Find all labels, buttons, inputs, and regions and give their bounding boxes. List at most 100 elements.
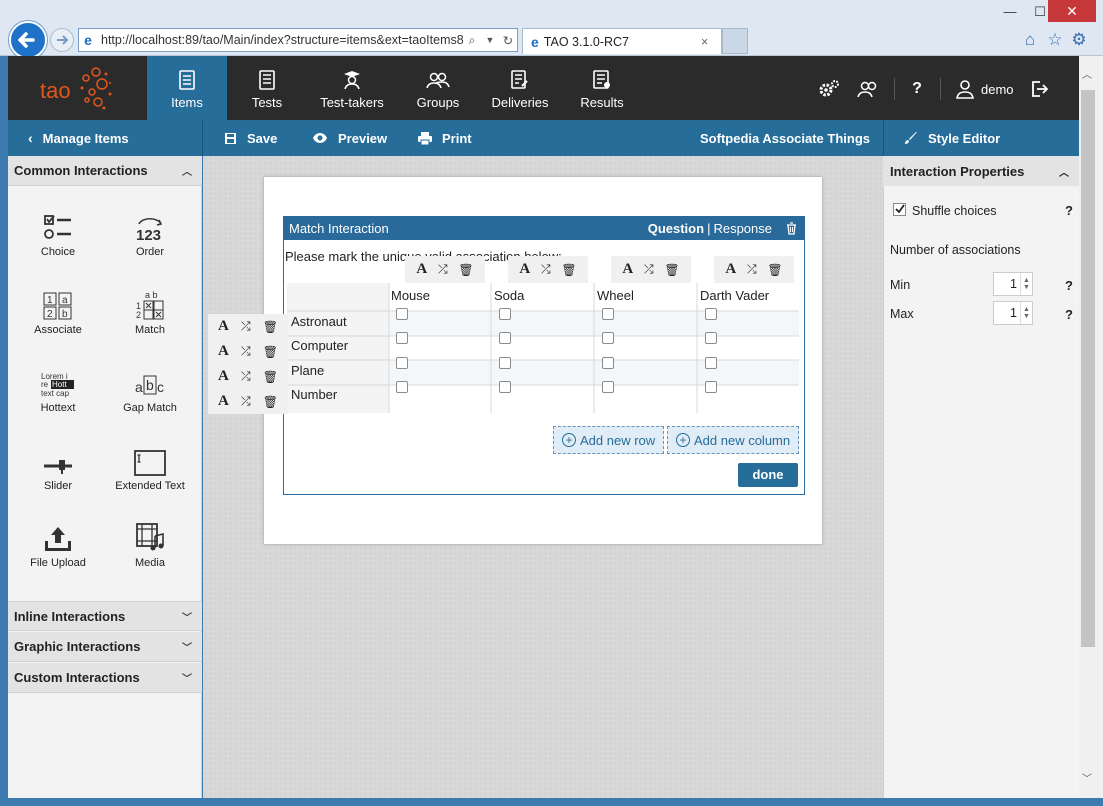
nav-groups[interactable]: Groups	[398, 56, 478, 120]
font-style-icon[interactable]: A	[519, 261, 530, 278]
match-checkbox[interactable]	[602, 332, 614, 344]
scroll-up-icon[interactable]: ︿	[1082, 66, 1092, 81]
column-header[interactable]: Soda	[494, 288, 524, 303]
shuffle-icon[interactable]: ⤮	[241, 344, 251, 359]
nav-test-takers[interactable]: Test-takers	[312, 56, 392, 120]
shuffle-label[interactable]: Shuffle choices	[912, 204, 997, 218]
tool-order[interactable]: 123 Order	[104, 206, 196, 284]
style-editor-button[interactable]: Style Editor	[904, 120, 1000, 156]
search-icon[interactable]: ⌕	[463, 33, 481, 48]
row-header[interactable]: Number	[291, 387, 337, 402]
settings-gears-icon[interactable]	[818, 78, 840, 100]
trash-icon[interactable]: 🗑	[263, 320, 278, 334]
match-checkbox[interactable]	[602, 381, 614, 393]
shuffle-icon[interactable]: ⤮	[747, 262, 757, 277]
font-style-icon[interactable]: A	[218, 368, 229, 385]
column-header[interactable]: Wheel	[597, 288, 634, 303]
match-checkbox[interactable]	[396, 332, 408, 344]
home-icon[interactable]: ⌂	[1020, 30, 1040, 50]
tool-media[interactable]: Media	[104, 517, 196, 595]
match-checkbox[interactable]	[499, 332, 511, 344]
help-icon[interactable]: ?	[906, 78, 928, 100]
font-style-icon[interactable]: A	[218, 318, 229, 335]
row-header[interactable]: Computer	[291, 338, 348, 353]
trash-icon[interactable]: 🗑	[263, 345, 278, 359]
match-checkbox[interactable]	[705, 357, 717, 369]
stepper-arrows-icon[interactable]: ▲ ▼	[1020, 273, 1032, 295]
column-header[interactable]: Darth Vader	[700, 288, 769, 303]
tab-close-icon[interactable]: ×	[701, 35, 721, 49]
nav-deliveries[interactable]: Deliveries	[480, 56, 560, 120]
window-close-button[interactable]: ✕	[1048, 0, 1096, 22]
section-graphic-interactions[interactable]: Graphic Interactions ﹀	[8, 632, 202, 662]
tool-match[interactable]: a b12 Match	[104, 284, 196, 362]
font-style-icon[interactable]: A	[218, 343, 229, 360]
min-stepper[interactable]: 1 ▲ ▼	[993, 272, 1033, 296]
favorites-star-icon[interactable]: ☆	[1045, 30, 1065, 50]
match-checkbox[interactable]	[602, 357, 614, 369]
browser-tab[interactable]: e TAO 3.1.0-RC7 ×	[522, 28, 722, 54]
question-tab[interactable]: Question	[648, 221, 704, 236]
address-bar[interactable]: e http://localhost:89/tao/Main/index?str…	[78, 28, 518, 52]
shuffle-icon[interactable]: ⤮	[438, 262, 448, 277]
trash-icon[interactable]: 🗑	[458, 263, 473, 277]
shuffle-icon[interactable]: ⤮	[541, 262, 551, 277]
trash-icon[interactable]: 🗑	[561, 263, 576, 277]
scroll-down-icon[interactable]: ﹀	[1082, 770, 1092, 785]
match-checkbox[interactable]	[705, 332, 717, 344]
done-button[interactable]: done	[738, 463, 798, 487]
trash-icon[interactable]: 🗑	[263, 395, 278, 409]
shuffle-help-icon[interactable]: ?	[1065, 203, 1073, 218]
shuffle-icon[interactable]: ⤮	[644, 262, 654, 277]
row-header[interactable]: Astronaut	[291, 314, 347, 329]
manage-items-button[interactable]: ‹ Manage Items	[28, 120, 129, 156]
match-checkbox[interactable]	[499, 381, 511, 393]
match-checkbox[interactable]	[499, 308, 511, 320]
users-icon[interactable]	[857, 78, 879, 100]
font-style-icon[interactable]: A	[416, 261, 427, 278]
shuffle-icon[interactable]: ⤮	[241, 319, 251, 334]
user-menu[interactable]: demo	[955, 78, 1014, 100]
new-tab-button[interactable]	[722, 28, 748, 54]
tool-associate[interactable]: 1a2b Associate	[12, 284, 104, 362]
max-stepper[interactable]: 1 ▲ ▼	[993, 301, 1033, 325]
stepper-arrows-icon[interactable]: ▲ ▼	[1020, 302, 1032, 324]
shuffle-icon[interactable]: ⤮	[241, 394, 251, 409]
match-checkbox[interactable]	[705, 381, 717, 393]
trash-icon[interactable]: 🗑	[664, 263, 679, 277]
forward-button[interactable]	[50, 28, 74, 52]
preview-button[interactable]: Preview	[312, 120, 387, 156]
tool-extended-text[interactable]: Extended Text	[104, 440, 196, 518]
min-help-icon[interactable]: ?	[1065, 278, 1073, 293]
tool-gap-match[interactable]: abc Gap Match	[104, 362, 196, 440]
tool-hottext[interactable]: Lorem i re Hott text cap Hottext	[12, 362, 104, 440]
match-checkbox[interactable]	[602, 308, 614, 320]
trash-icon[interactable]	[786, 221, 797, 235]
settings-gear-icon[interactable]: ⚙	[1069, 30, 1089, 50]
add-column-button[interactable]: + Add new column	[667, 426, 800, 454]
refresh-icon[interactable]: ↻	[499, 33, 517, 48]
row-header[interactable]: Plane	[291, 363, 324, 378]
section-common-interactions[interactable]: Common Interactions ︿	[8, 156, 202, 186]
window-minimize-button[interactable]: —	[995, 4, 1025, 22]
save-button[interactable]: Save	[224, 120, 277, 156]
nav-items[interactable]: Items	[147, 56, 227, 120]
add-row-button[interactable]: + Add new row	[553, 426, 665, 454]
shuffle-checkbox[interactable]	[893, 203, 906, 216]
tool-slider[interactable]: Slider	[12, 440, 104, 518]
font-style-icon[interactable]: A	[218, 393, 229, 410]
back-button[interactable]	[9, 21, 47, 59]
font-style-icon[interactable]: A	[725, 261, 736, 278]
section-inline-interactions[interactable]: Inline Interactions ﹀	[8, 601, 202, 631]
font-style-icon[interactable]: A	[622, 261, 633, 278]
response-tab[interactable]: Response	[713, 221, 772, 236]
tao-logo[interactable]: tao	[8, 56, 146, 120]
match-checkbox[interactable]	[396, 381, 408, 393]
scrollbar-thumb[interactable]	[1081, 90, 1095, 647]
nav-results[interactable]: Results	[562, 56, 642, 120]
match-checkbox[interactable]	[396, 357, 408, 369]
column-header[interactable]: Mouse	[391, 288, 430, 303]
print-button[interactable]: Print	[418, 120, 472, 156]
match-checkbox[interactable]	[499, 357, 511, 369]
dropdown-icon[interactable]: ▼	[481, 35, 499, 45]
